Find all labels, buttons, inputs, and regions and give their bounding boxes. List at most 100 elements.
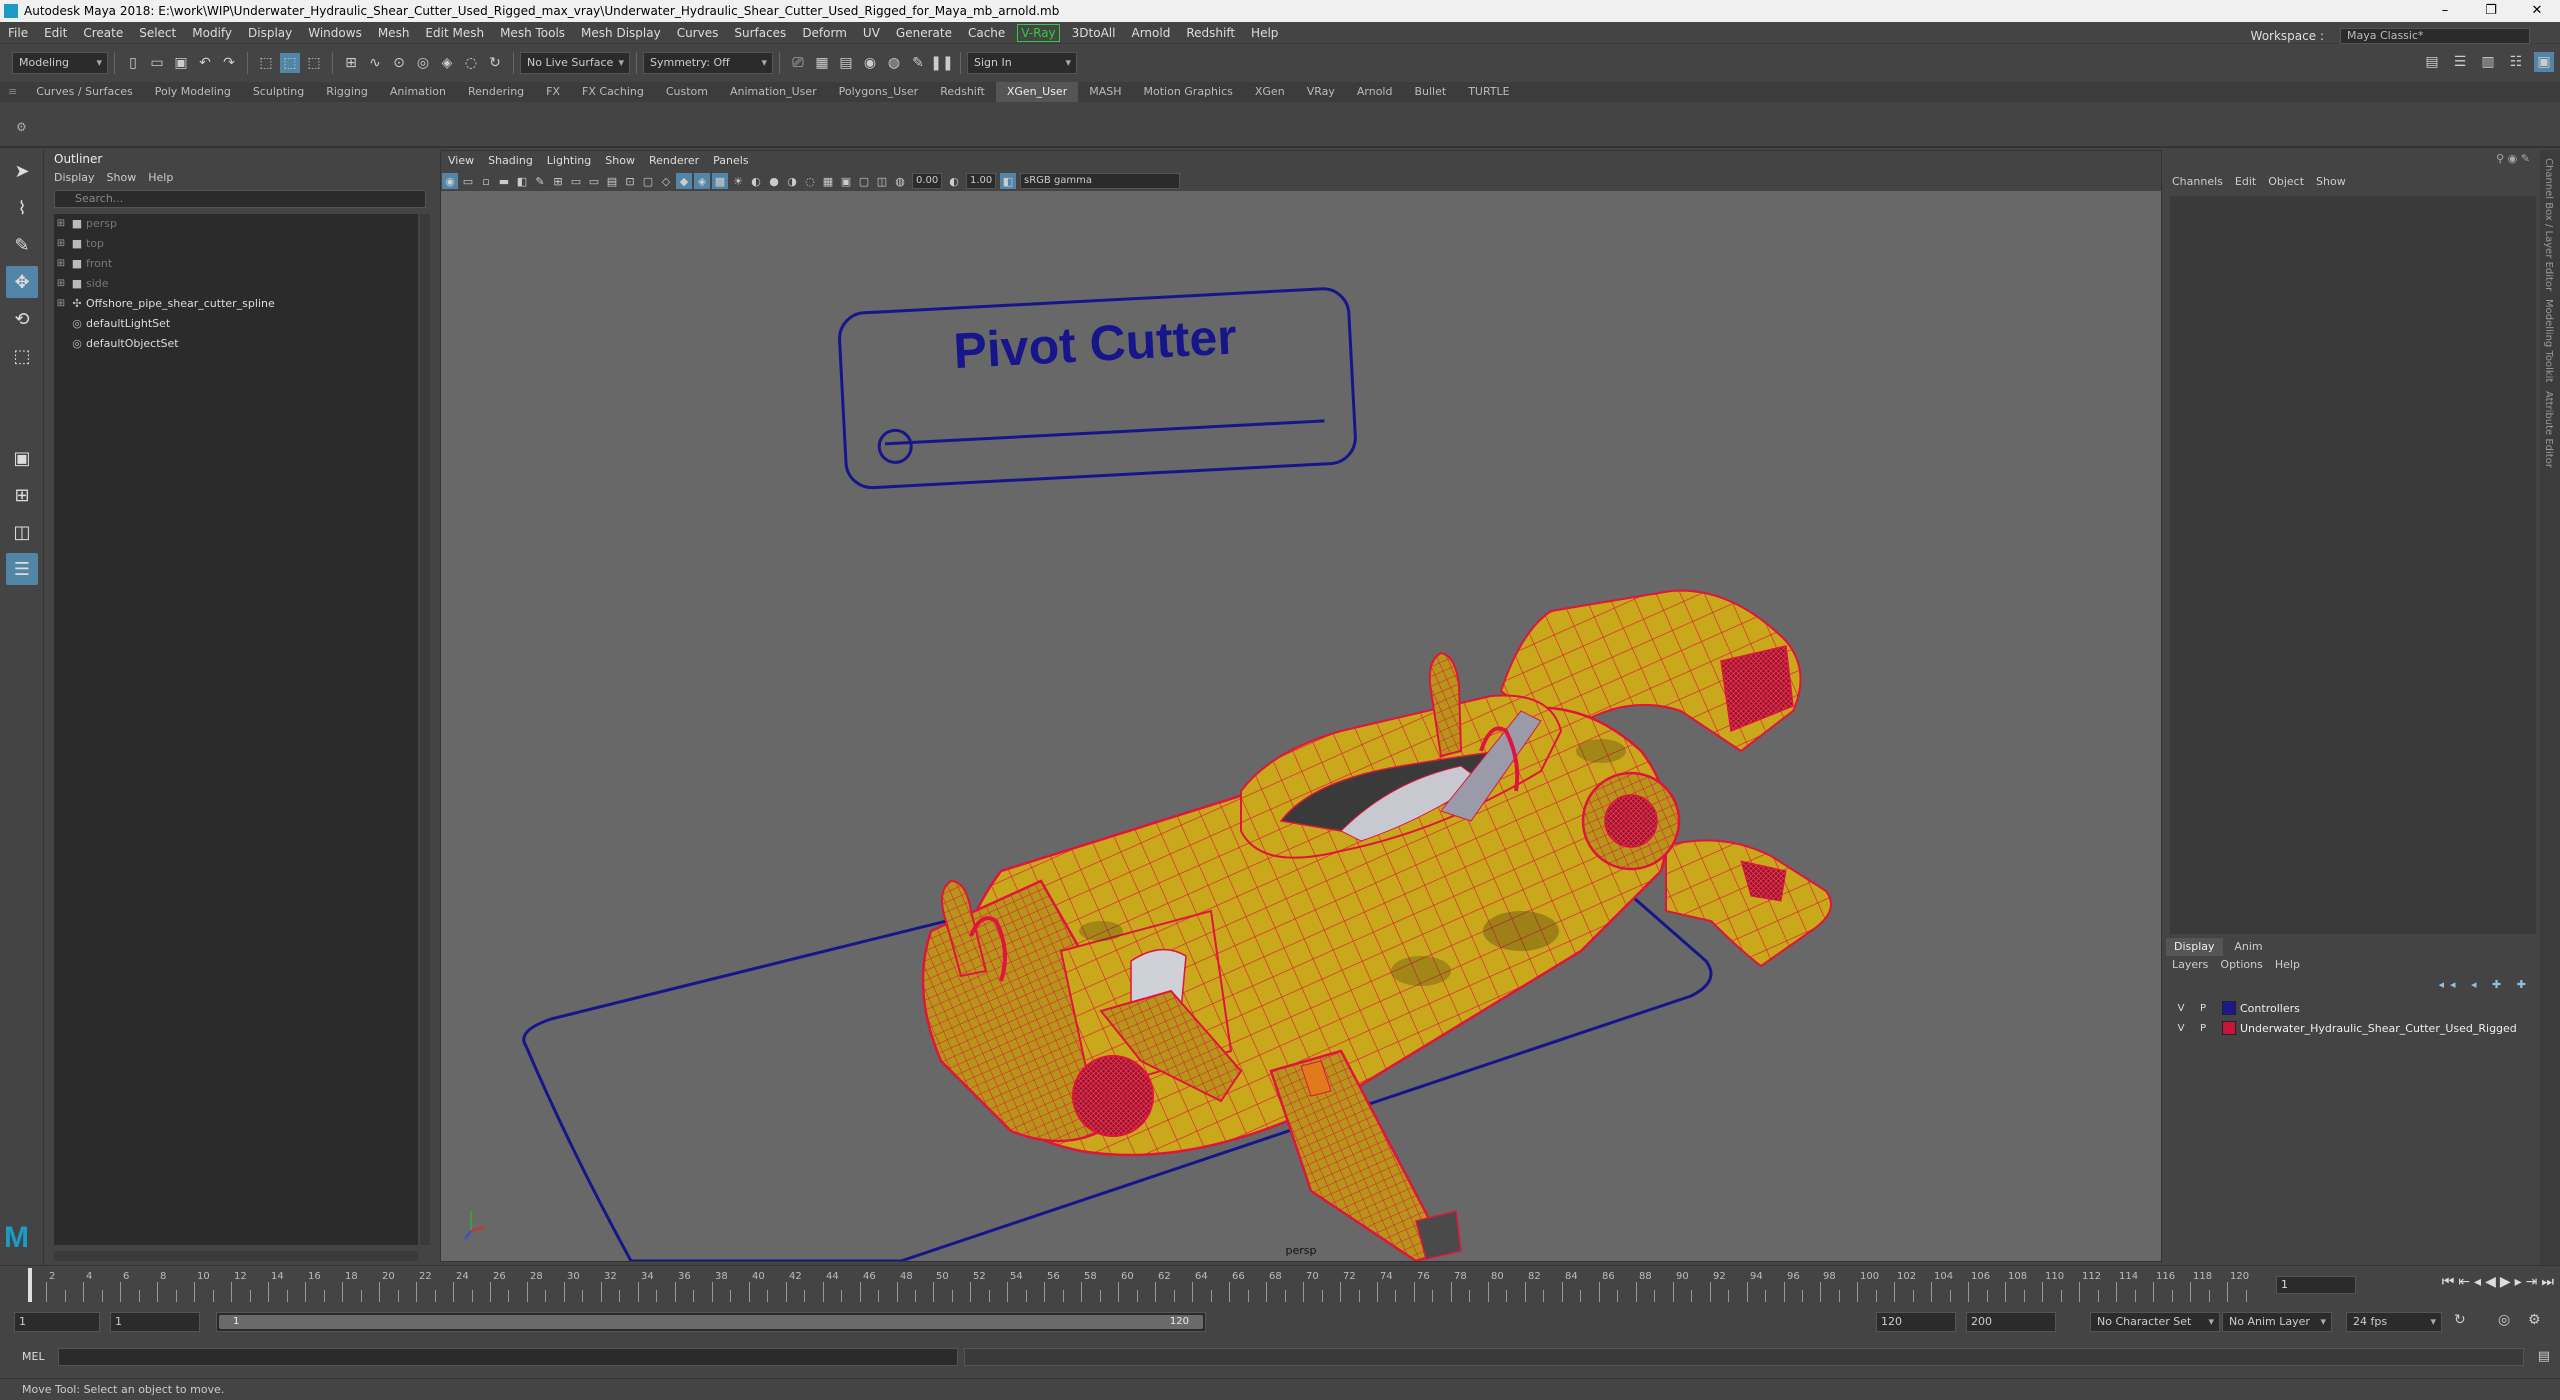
shelf-settings-icon[interactable]: ⚙ <box>16 120 27 134</box>
menu-generate[interactable]: Generate <box>888 22 960 44</box>
menu-windows[interactable]: Windows <box>300 22 370 44</box>
command-input[interactable] <box>58 1348 958 1366</box>
layer-row-cutter[interactable]: V P Underwater_Hydraulic_Shear_Cutter_Us… <box>2170 1018 2540 1038</box>
shelf-tab-motion-graphics[interactable]: Motion Graphics <box>1133 82 1244 102</box>
expand-icon[interactable]: ⊞ <box>54 294 68 314</box>
layer-row-controllers[interactable]: V P Controllers <box>2170 998 2540 1018</box>
scale-tool-icon[interactable]: ⬚ <box>6 340 38 372</box>
toggle-attribute-editor-icon[interactable]: ☰ <box>2450 52 2470 72</box>
shelf-tab-vray[interactable]: VRay <box>1296 82 1346 102</box>
save-scene-icon[interactable]: ▣ <box>171 53 191 73</box>
outliner-item-side[interactable]: ⊞ ■ side <box>54 274 418 294</box>
range-slider-track[interactable]: 1 120 <box>216 1312 1206 1332</box>
pause-icon[interactable]: ❚❚ <box>930 53 953 73</box>
snap-grid-icon[interactable]: ⊞ <box>341 53 361 73</box>
menu-vray[interactable]: V-Ray <box>1017 23 1060 42</box>
viewport-panel[interactable]: View Shading Lighting Show Renderer Pane… <box>440 150 2162 1262</box>
layer-color-swatch[interactable] <box>2222 1001 2236 1015</box>
loop-icon[interactable]: ↻ <box>2454 1312 2466 1328</box>
render-current-icon[interactable]: ▦ <box>812 53 832 73</box>
shelf-tab-poly-modeling[interactable]: Poly Modeling <box>144 82 242 102</box>
anim-layer-dropdown[interactable]: No Anim Layer <box>2222 1312 2332 1332</box>
menu-cache[interactable]: Cache <box>960 22 1013 44</box>
viewport-menu-lighting[interactable]: Lighting <box>540 151 598 171</box>
step-back-key-icon[interactable]: ⇤ <box>2458 1274 2470 1290</box>
step-forward-frame-icon[interactable]: ▸ <box>2515 1274 2522 1290</box>
select-object-icon[interactable]: ⬚ <box>280 53 300 73</box>
outliner-item-default-object-set[interactable]: ◎ defaultObjectSet <box>54 334 418 354</box>
expand-icon[interactable]: ⊞ <box>54 214 68 234</box>
shelf-tab-animation-user[interactable]: Animation_User <box>719 82 828 102</box>
grid-icon[interactable]: ⊞ <box>550 173 566 189</box>
viewport-menu-view[interactable]: View <box>441 151 481 171</box>
shelf-tab-xgen[interactable]: XGen <box>1244 82 1296 102</box>
xray-components-icon[interactable]: ◫ <box>874 173 890 189</box>
shelf-tab-turtle[interactable]: TURTLE <box>1457 82 1520 102</box>
gamma-icon[interactable]: ◐ <box>946 173 962 189</box>
outliner-menu-help[interactable]: Help <box>142 168 179 188</box>
fps-dropdown[interactable]: 24 fps <box>2346 1312 2442 1332</box>
toggle-modeling-toolkit-icon[interactable]: ▤ <box>2422 52 2442 72</box>
side-tab-channel-box[interactable]: Channel Box / Layer Editor <box>2543 158 2554 291</box>
step-back-frame-icon[interactable]: ◂ <box>2474 1274 2481 1290</box>
menu-edit-mesh[interactable]: Edit Mesh <box>417 22 492 44</box>
bookmark-icon[interactable]: ▫ <box>478 173 494 189</box>
screen-space-ao-icon[interactable]: ● <box>766 173 782 189</box>
shelf-tab-fx-caching[interactable]: FX Caching <box>571 82 655 102</box>
persp-outliner-layout-icon[interactable]: ◫ <box>6 516 38 548</box>
menu-arnold[interactable]: Arnold <box>1123 22 1178 44</box>
viewport-scene[interactable]: Pivot Cutter <box>441 191 2161 1261</box>
two-d-pan-icon[interactable]: ◧ <box>514 173 530 189</box>
snap-vertex-icon[interactable]: ◌ <box>461 53 481 73</box>
safe-action-icon[interactable]: ▢ <box>640 173 656 189</box>
layer-tab-anim[interactable]: Anim <box>2226 938 2270 956</box>
history-icon[interactable]: ⎚ <box>788 53 808 73</box>
select-hierarchy-icon[interactable]: ⬚ <box>256 53 276 73</box>
hypershade-icon[interactable]: ◍ <box>884 53 904 73</box>
channel-box-menu-show[interactable]: Show <box>2310 168 2352 196</box>
outliner-horizontal-scrollbar[interactable] <box>54 1251 418 1261</box>
outliner-item-spline[interactable]: ⊞ ✣ Offshore_pipe_shear_cutter_spline <box>54 294 418 314</box>
layer-visibility-toggle[interactable]: V <box>2170 1003 2192 1014</box>
outliner-item-top[interactable]: ⊞ ■ top <box>54 234 418 254</box>
ipr-render-icon[interactable]: ▤ <box>836 53 856 73</box>
rotate-tool-icon[interactable]: ⟲ <box>6 303 38 335</box>
shelf-tab-xgen-user[interactable]: XGen_User <box>995 82 1079 102</box>
menu-3dtoall[interactable]: 3DtoAll <box>1064 22 1124 44</box>
play-backward-icon[interactable]: ◀ <box>2485 1274 2496 1290</box>
menuset-dropdown[interactable]: Modeling <box>12 52 108 74</box>
outliner-item-front[interactable]: ⊞ ■ front <box>54 254 418 274</box>
layer-tab-display[interactable]: Display <box>2166 938 2223 956</box>
wireframe-on-shaded-icon[interactable]: ◈ <box>694 173 710 189</box>
layer-visibility-toggle[interactable]: V <box>2170 1023 2192 1034</box>
snap-plane-icon[interactable]: ↻ <box>485 53 505 73</box>
outliner-search-input[interactable]: Search... <box>54 190 426 208</box>
viewport-menu-panels[interactable]: Panels <box>706 151 755 171</box>
workspace-dropdown[interactable]: Maya Classic* <box>2340 28 2530 44</box>
toggle-channel-box-icon[interactable]: ☷ <box>2506 52 2526 72</box>
select-tool-icon[interactable]: ➤ <box>6 155 38 187</box>
wireframe-icon[interactable]: ◇ <box>658 173 674 189</box>
side-tab-attribute-editor[interactable]: Attribute Editor <box>2543 391 2554 468</box>
paint-select-tool-icon[interactable]: ✎ <box>6 229 38 261</box>
new-scene-icon[interactable]: ▯ <box>123 53 143 73</box>
redo-icon[interactable]: ↷ <box>219 53 239 73</box>
shadows-icon[interactable]: ◐ <box>748 173 764 189</box>
layer-color-swatch[interactable] <box>2222 1021 2236 1035</box>
menu-select[interactable]: Select <box>131 22 184 44</box>
shelf-tab-mash[interactable]: MASH <box>1078 82 1132 102</box>
command-language-label[interactable]: MEL <box>22 1350 45 1363</box>
shelf-tab-rigging[interactable]: Rigging <box>315 82 379 102</box>
menu-file[interactable]: File <box>0 22 36 44</box>
step-forward-key-icon[interactable]: ⇥ <box>2526 1274 2538 1290</box>
smooth-shade-icon[interactable]: ◆ <box>676 173 692 189</box>
select-component-icon[interactable]: ⬚ <box>304 53 324 73</box>
outliner-menu-display[interactable]: Display <box>48 168 101 188</box>
exposure-field[interactable]: 0.00 <box>912 173 942 189</box>
menu-redshift[interactable]: Redshift <box>1178 22 1243 44</box>
channel-box-menu-channels[interactable]: Channels <box>2166 168 2229 196</box>
expand-icon[interactable]: ⊞ <box>54 254 68 274</box>
shelf-tab-bullet[interactable]: Bullet <box>1403 82 1457 102</box>
menu-deform[interactable]: Deform <box>794 22 855 44</box>
layer-menu-layers[interactable]: Layers <box>2166 956 2214 974</box>
